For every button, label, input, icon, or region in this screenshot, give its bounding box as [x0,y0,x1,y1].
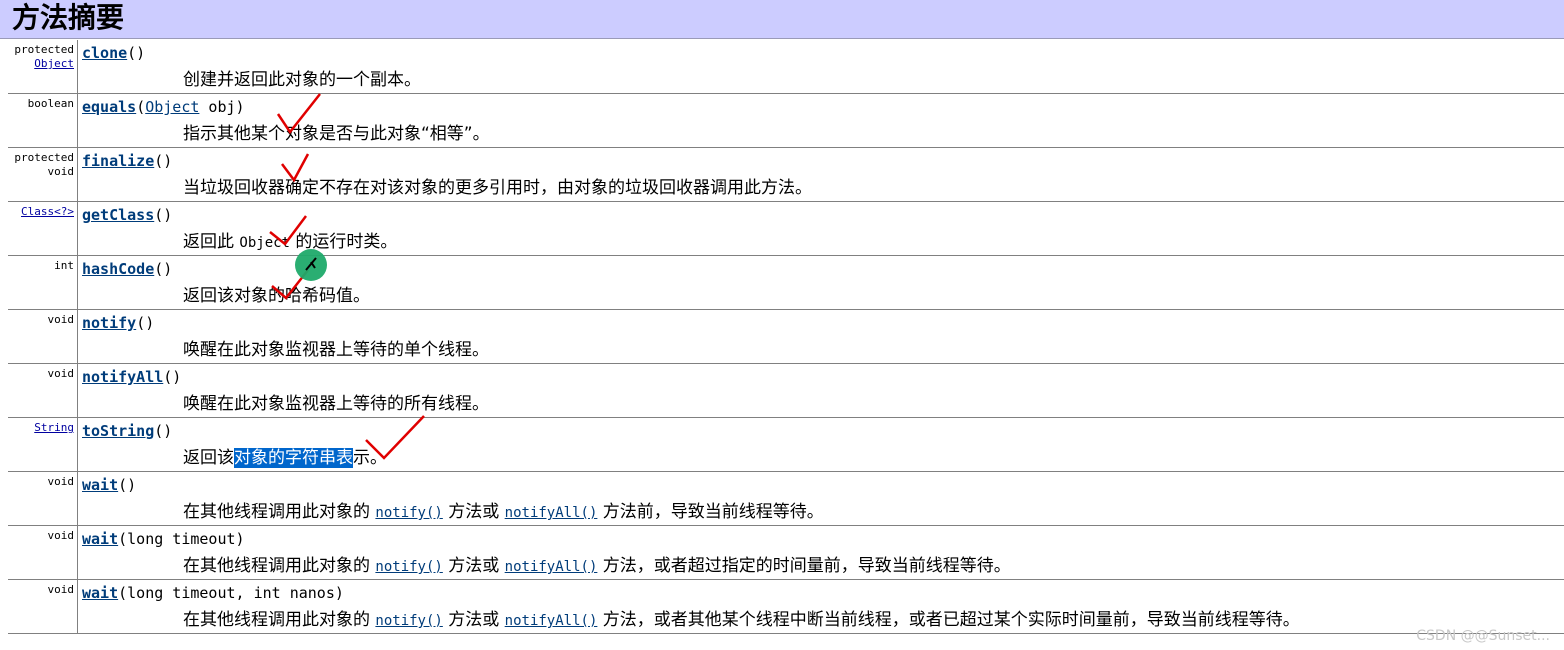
desc-text: 方法前，导致当前线程等待。 [597,502,824,522]
return-type-cell: boolean [8,94,78,147]
desc-text: 在其他线程调用此对象的 [183,556,376,576]
method-description: 返回此 Object 的运行时类。 [183,227,397,252]
modifier-text: void [47,165,75,178]
return-type-cell: String [8,418,78,471]
modifier-text: void [47,313,75,326]
method-description: 在其他线程调用此对象的 notify() 方法或 notifyAll() 方法，… [183,551,1011,576]
method-params: () [154,152,173,170]
modifier-text: protected [14,43,74,56]
return-type-cell: void [8,310,78,363]
method-params: () [154,260,173,278]
method-description: 唤醒在此对象监视器上等待的所有线程。 [183,394,489,414]
notify-link[interactable]: notify() [375,613,442,629]
method-description: 创建并返回此对象的一个副本。 [183,70,421,90]
method-link-wait[interactable]: wait [82,476,118,494]
table-row: void wait() 在其他线程调用此对象的 notify() 方法或 not… [8,472,1564,526]
paren-open: ( [136,98,146,116]
desc-code: Object [239,235,290,251]
type-link[interactable]: String [34,421,74,434]
method-params: obj) [199,98,245,116]
table-row: int hashCode() 返回该对象的哈希码值。 [8,256,1564,310]
desc-text: 的运行时类。 [289,232,398,252]
return-type-cell: Class<?> [8,202,78,255]
modifier-text: void [47,475,75,488]
method-link-equals[interactable]: equals [82,98,136,116]
desc-text: 方法或 [442,556,505,576]
return-type-cell: void [8,580,78,633]
table-row: protected Object clone() 创建并返回此对象的一个副本。 [8,40,1564,94]
method-description: 唤醒在此对象监视器上等待的单个线程。 [183,340,489,360]
method-description: 在其他线程调用此对象的 notify() 方法或 notifyAll() 方法，… [183,605,1300,630]
method-params: () [118,476,137,494]
method-params: () [154,206,173,224]
modifier-text: void [47,583,75,596]
table-row: void notifyAll() 唤醒在此对象监视器上等待的所有线程。 [8,364,1564,418]
desc-text: 返回该 [183,448,234,468]
type-link[interactable]: Object [34,57,74,70]
table-row: String toString() 返回该对象的字符串表示。 [8,418,1564,472]
method-link-tostring[interactable]: toString [82,422,154,440]
method-params: (long timeout, int nanos) [118,584,344,602]
notify-link[interactable]: notify() [375,505,442,521]
table-row: void wait(long timeout) 在其他线程调用此对象的 noti… [8,526,1564,580]
method-params: () [127,44,146,62]
desc-text: 在其他线程调用此对象的 [183,610,376,630]
method-params: (long timeout) [118,530,245,548]
return-type-cell: void [8,526,78,579]
notify-link[interactable]: notify() [375,559,442,575]
modifier-text: protected [14,151,74,164]
method-params: () [154,422,173,440]
section-title: 方法摘要 [12,1,125,34]
method-description: 指示其他某个对象是否与此对象“相等”。 [183,124,490,144]
method-link-getclass[interactable]: getClass [82,206,154,224]
selected-text[interactable]: 对象的字符串表 [234,448,353,468]
section-header: 方法摘要 [0,0,1564,39]
return-type-cell: int [8,256,78,309]
method-link-clone[interactable]: clone [82,44,127,62]
modifier-text: boolean [27,97,74,110]
method-link-finalize[interactable]: finalize [82,152,154,170]
table-row: boolean equals(Object obj) 指示其他某个对象是否与此对… [8,94,1564,148]
watermark: CSDN @@Sunset... [1416,628,1550,644]
method-link-hashcode[interactable]: hashCode [82,260,154,278]
desc-text: 示。 [353,448,387,468]
param-type-link[interactable]: Object [145,98,199,116]
modifier-text: void [47,529,75,542]
method-params: () [136,314,155,332]
return-type-cell: protected void [8,148,78,201]
table-row: void wait(long timeout, int nanos) 在其他线程… [8,580,1564,634]
table-row: void notify() 唤醒在此对象监视器上等待的单个线程。 [8,310,1564,364]
modifier-text: int [54,259,74,272]
modifier-text: void [47,367,75,380]
method-link-wait[interactable]: wait [82,584,118,602]
notifyall-link[interactable]: notifyAll() [505,505,598,521]
desc-text: 方法或 [442,610,505,630]
desc-text: 方法，或者超过指定的时间量前，导致当前线程等待。 [597,556,1011,576]
method-description: 返回该对象的哈希码值。 [183,286,370,306]
method-link-notify[interactable]: notify [82,314,136,332]
notifyall-link[interactable]: notifyAll() [505,613,598,629]
desc-text: 方法或 [442,502,505,522]
table-row: protected void finalize() 当垃圾回收器确定不存在对该对… [8,148,1564,202]
notifyall-link[interactable]: notifyAll() [505,559,598,575]
return-type-cell: void [8,472,78,525]
method-link-wait[interactable]: wait [82,530,118,548]
desc-text: 在其他线程调用此对象的 [183,502,376,522]
method-link-notifyall[interactable]: notifyAll [82,368,163,386]
method-params: () [163,368,182,386]
method-description: 返回该对象的字符串表示。 [183,443,387,468]
method-description: 当垃圾回收器确定不存在对该对象的更多引用时，由对象的垃圾回收器调用此方法。 [183,178,812,198]
desc-text: 返回此 [183,232,240,252]
return-type-cell: protected Object [8,40,78,93]
desc-text: 方法，或者其他某个线程中断当前线程，或者已超过某个实际时间量前，导致当前线程等待… [597,610,1300,630]
table-row: Class<?> getClass() 返回此 Object 的运行时类。 [8,202,1564,256]
return-type-cell: void [8,364,78,417]
method-description: 在其他线程调用此对象的 notify() 方法或 notifyAll() 方法前… [183,497,824,522]
type-link[interactable]: Class<?> [21,205,74,218]
